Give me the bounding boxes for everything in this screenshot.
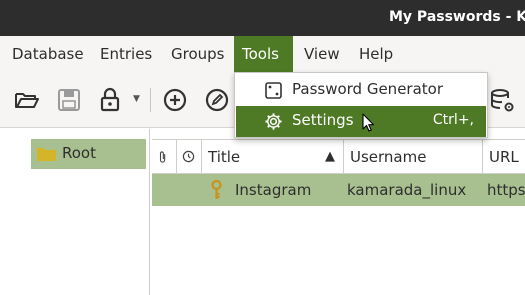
menubar: Database Entries Groups Tools View Help (0, 36, 525, 72)
menu-item-password-generator[interactable]: Password Generator (236, 75, 486, 106)
entry-title: Instagram (235, 181, 312, 199)
group-root[interactable]: Root (31, 139, 146, 169)
menu-entries[interactable]: Entries (92, 36, 160, 72)
tools-menu: Password Generator Settings Ctrl+, (234, 72, 488, 138)
menu-help[interactable]: Help (351, 36, 401, 72)
open-database-icon[interactable] (13, 86, 41, 114)
mouse-cursor-icon (362, 113, 374, 132)
menu-item-label: Password Generator (292, 80, 444, 98)
edit-entry-icon[interactable] (203, 86, 231, 114)
column-attachment[interactable] (152, 140, 177, 174)
lock-database-icon[interactable] (96, 86, 124, 114)
database-settings-icon[interactable] (488, 86, 516, 114)
save-database-icon[interactable] (55, 86, 83, 114)
column-url[interactable]: URL (483, 140, 525, 174)
column-title[interactable]: Title ▲ (202, 140, 344, 174)
group-label: Root (62, 144, 96, 162)
menu-item-shortcut: Ctrl+, (432, 112, 474, 128)
dice-icon (265, 82, 282, 99)
menu-item-label: Settings (292, 111, 354, 129)
table-header: Title ▲ Username URL (152, 139, 525, 174)
menu-tools[interactable]: Tools (234, 36, 293, 72)
menu-view[interactable]: View (296, 36, 348, 72)
key-icon (211, 180, 222, 199)
lock-dropdown-chevron-icon[interactable]: ▼ (133, 94, 140, 104)
column-expiry[interactable] (177, 140, 202, 174)
menu-groups[interactable]: Groups (163, 36, 232, 72)
entries-table: Title ▲ Username URL Instagram kamarada_… (152, 139, 525, 295)
menu-item-settings[interactable]: Settings Ctrl+, (236, 106, 486, 137)
groups-sidebar: Root (0, 129, 150, 295)
table-row[interactable]: Instagram kamarada_linux https: (152, 174, 525, 206)
entry-username: kamarada_linux (347, 181, 467, 199)
add-entry-icon[interactable] (161, 86, 189, 114)
window-title: My Passwords - Kee (389, 9, 525, 25)
folder-icon (37, 148, 56, 161)
toolbar-separator (150, 88, 151, 112)
entry-url: https: (487, 181, 525, 199)
column-title-label: Title (208, 148, 241, 166)
paperclip-icon (159, 151, 166, 163)
gear-icon (265, 113, 282, 130)
column-username[interactable]: Username (344, 140, 483, 174)
sort-ascending-icon: ▲ (325, 149, 335, 164)
clock-icon (182, 150, 195, 163)
menu-database[interactable]: Database (4, 36, 92, 72)
window-titlebar: My Passwords - Kee (0, 0, 525, 36)
